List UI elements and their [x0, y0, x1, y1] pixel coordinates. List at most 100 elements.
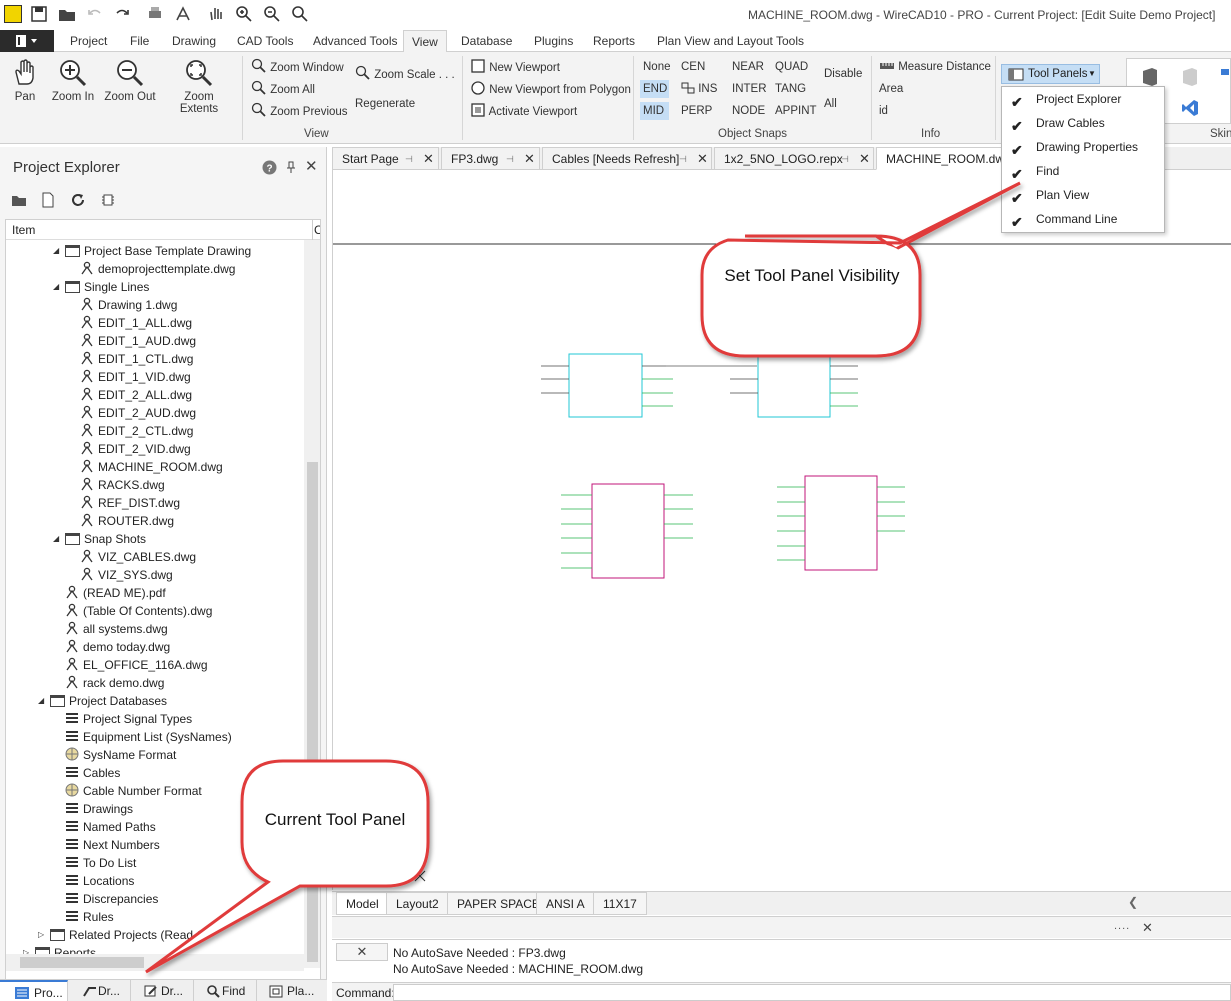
tree-item[interactable]: REF_DIST.dwg: [80, 494, 180, 512]
tab-view[interactable]: View: [403, 30, 447, 53]
tree-item[interactable]: (READ ME).pdf: [65, 584, 166, 602]
scroll-left-icon[interactable]: ❮: [1128, 895, 1138, 909]
tree-item[interactable]: VIZ_SYS.dwg: [80, 566, 173, 584]
pin-icon[interactable]: ⊣: [506, 148, 514, 170]
equipment-block-2[interactable]: [730, 353, 858, 418]
zoom-out-small-icon[interactable]: [263, 5, 281, 23]
tab-advanced-tools[interactable]: Advanced Tools: [305, 30, 406, 52]
column-header-c[interactable]: C: [314, 223, 320, 237]
new-viewport-polygon-button[interactable]: New Viewport from Polygon: [470, 80, 631, 98]
snap-mid[interactable]: MID: [640, 102, 669, 120]
horizontal-scrollbar[interactable]: [6, 954, 304, 971]
menu-item-drawing-properties[interactable]: ✔ Drawing Properties: [1002, 135, 1164, 159]
collapse-icon[interactable]: ◢: [38, 692, 44, 710]
activate-viewport-button[interactable]: Activate Viewport: [470, 102, 577, 120]
panel-tab-draw-cables[interactable]: Dr...: [68, 980, 131, 1001]
panel-tab-drawing-properties[interactable]: Dr...: [131, 980, 194, 1001]
tool-panels-button[interactable]: Tool Panels ▼: [1001, 64, 1100, 84]
layout-tab-ansi-a[interactable]: ANSI A: [536, 892, 595, 915]
snap-quad[interactable]: QUAD: [772, 58, 811, 76]
vertical-scrollbar[interactable]: [304, 240, 320, 968]
equipment-block-3[interactable]: [561, 483, 693, 579]
tree-item[interactable]: rack demo.dwg: [65, 674, 164, 692]
menu-item-command-line[interactable]: ✔ Command Line: [1002, 207, 1164, 231]
snap-inter[interactable]: INTER: [729, 80, 770, 98]
pin-icon[interactable]: ⊣: [841, 148, 849, 170]
snap-cen[interactable]: CEN: [678, 58, 708, 76]
clear-messages-button[interactable]: ✕: [336, 943, 388, 961]
tab-file[interactable]: File: [122, 30, 157, 52]
tree-item[interactable]: demoprojecttemplate.dwg: [80, 260, 235, 278]
tree-item[interactable]: To Do List: [65, 854, 136, 872]
close-tab-icon[interactable]: ✕: [524, 148, 535, 170]
pan-hand-icon[interactable]: [207, 5, 225, 23]
tree-item[interactable]: all systems.dwg: [65, 620, 168, 638]
close-tab-icon[interactable]: ✕: [859, 148, 870, 170]
layout-tab-model[interactable]: Model: [336, 892, 389, 915]
collapse-icon[interactable]: ◢: [53, 530, 59, 548]
scrollbar-thumb[interactable]: [20, 957, 144, 968]
collapse-icon[interactable]: ◢: [53, 278, 59, 296]
tree-item[interactable]: EDIT_2_CTL.dwg: [80, 422, 193, 440]
snap-end[interactable]: END: [640, 80, 669, 98]
tab-plan-view-layout-tools[interactable]: Plan View and Layout Tools: [649, 30, 812, 52]
tree-item[interactable]: ◢ Project Databases: [38, 692, 167, 710]
panel-tab-find[interactable]: Find: [194, 980, 257, 1001]
close-tab-icon[interactable]: ✕: [697, 148, 708, 170]
office-skin-icon[interactable]: [1141, 67, 1159, 87]
equipment-block-1[interactable]: [541, 353, 673, 418]
tab-reports[interactable]: Reports: [585, 30, 643, 52]
tree-item[interactable]: EDIT_2_VID.dwg: [80, 440, 191, 458]
tree-item[interactable]: EDIT_1_AUD.dwg: [80, 332, 196, 350]
doc-tab-fp3[interactable]: FP3.dwg ⊣ ✕: [441, 147, 540, 170]
tree-item[interactable]: (Table Of Contents).dwg: [65, 602, 212, 620]
tree-item[interactable]: Project Signal Types: [65, 710, 192, 728]
undo-icon[interactable]: [86, 5, 104, 23]
column-header-item[interactable]: Item: [12, 223, 35, 237]
tree-item[interactable]: Cable Number Format: [65, 782, 202, 800]
layout-tab-11x17[interactable]: 11X17: [593, 892, 647, 915]
snap-all[interactable]: All: [821, 95, 840, 113]
pin-icon[interactable]: ⊣: [405, 148, 413, 170]
snap-tang[interactable]: TANG: [772, 80, 809, 98]
snap-disable[interactable]: Disable: [821, 65, 865, 83]
expand-icon[interactable]: ▷: [38, 926, 44, 944]
zoom-scale-button[interactable]: Zoom Scale . . .: [355, 65, 455, 83]
snap-perp[interactable]: PERP: [678, 102, 715, 120]
app-logo-icon[interactable]: [4, 5, 22, 23]
tab-drawing[interactable]: Drawing: [164, 30, 224, 52]
tree-item[interactable]: Drawings: [65, 800, 133, 818]
snap-ins-button[interactable]: INS: [678, 80, 720, 98]
zoom-extents-button[interactable]: Zoom Extents: [164, 58, 234, 115]
pin-icon[interactable]: [286, 161, 296, 173]
tree-item[interactable]: ◢ Snap Shots: [53, 530, 146, 548]
scrollbar-thumb[interactable]: [307, 462, 318, 962]
doc-tab-cables[interactable]: Cables [Needs Refresh] ⊣ ✕: [542, 147, 712, 170]
windows-skin-icon[interactable]: [1221, 67, 1231, 85]
snap-none[interactable]: None: [640, 58, 674, 76]
area-button[interactable]: Area: [879, 80, 903, 98]
tree-item[interactable]: Equipment List (SysNames): [65, 728, 232, 746]
pin-icon[interactable]: ⊣: [679, 148, 687, 170]
tree-item[interactable]: ◢ Single Lines: [53, 278, 149, 296]
command-input[interactable]: [393, 984, 1231, 1001]
doc-tab-machine-room[interactable]: MACHINE_ROOM.dwg: [876, 147, 1011, 170]
tree-item[interactable]: demo today.dwg: [65, 638, 170, 656]
layout-tab-paper-space[interactable]: PAPER SPACE: [447, 892, 550, 915]
zoom-out-button[interactable]: Zoom Out: [103, 58, 157, 103]
close-icon[interactable]: ✕: [305, 157, 318, 175]
tree-item[interactable]: Named Paths: [65, 818, 156, 836]
tree-item[interactable]: Cables: [65, 764, 120, 782]
tree-item[interactable]: EDIT_2_AUD.dwg: [80, 404, 196, 422]
doc-tab-logo-repx[interactable]: 1x2_5NO_LOGO.repx ⊣ ✕: [714, 147, 874, 170]
new-file-icon[interactable]: [40, 192, 56, 208]
regenerate-button[interactable]: Regenerate: [355, 95, 415, 113]
zoom-in-small-icon[interactable]: [235, 5, 253, 23]
snap-appint[interactable]: APPINT: [772, 102, 820, 120]
grip-icon[interactable]: ....: [1114, 920, 1130, 932]
save-icon[interactable]: [30, 5, 48, 23]
zoom-all-button[interactable]: Zoom All: [251, 80, 315, 98]
tree-item[interactable]: Discrepancies: [65, 890, 158, 908]
tree-item[interactable]: MACHINE_ROOM.dwg: [80, 458, 223, 476]
tree-item[interactable]: Rules: [65, 908, 114, 926]
